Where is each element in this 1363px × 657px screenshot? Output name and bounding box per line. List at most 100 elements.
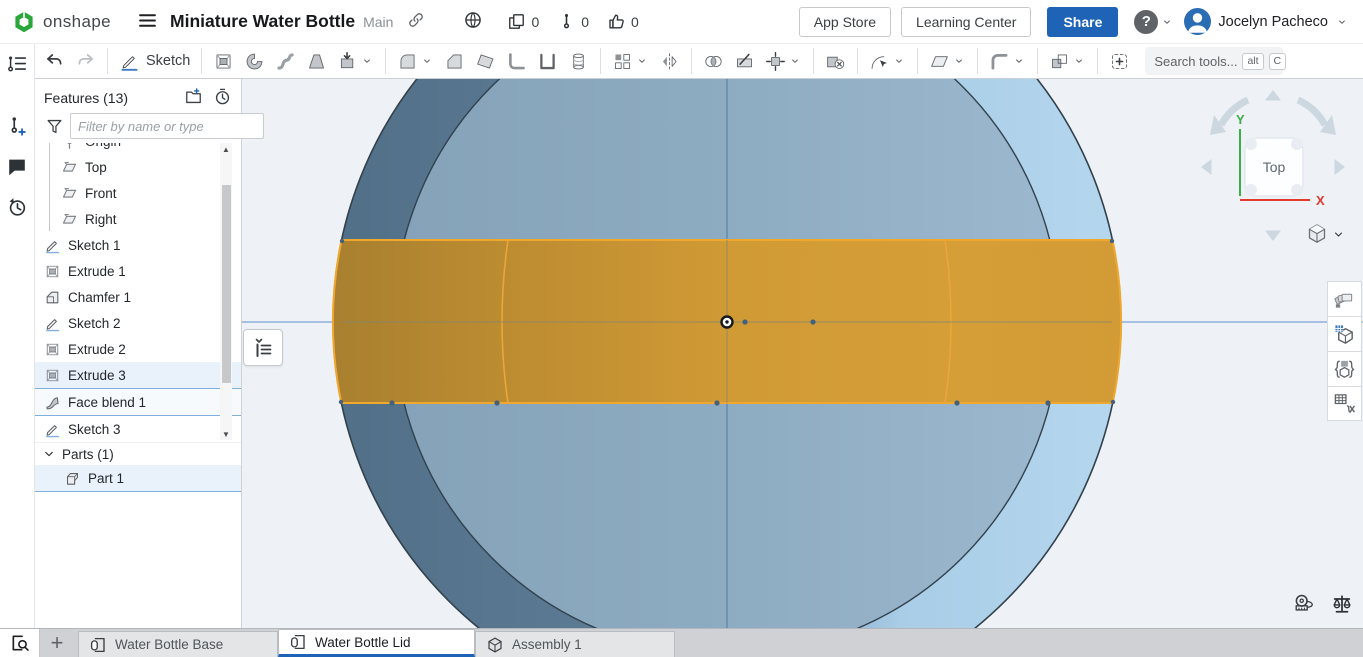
feature-item-face-blend-1[interactable]: Face blend 1 [35, 389, 241, 416]
document-link-button[interactable] [407, 11, 425, 32]
toolbar-separator [1037, 48, 1039, 74]
named-views-button[interactable] [1327, 316, 1362, 351]
versions-and-history-button[interactable] [2, 111, 32, 144]
feature-list-toggle-button[interactable] [2, 49, 32, 82]
public-document-button[interactable] [463, 10, 483, 33]
thicken-button[interactable] [332, 46, 379, 76]
search-tools-input[interactable]: Search tools... alt C [1145, 47, 1287, 75]
display-states-button[interactable] [1327, 351, 1362, 386]
transform-button[interactable] [760, 46, 807, 76]
filter-funnel-icon[interactable] [45, 117, 64, 136]
document-title[interactable]: Miniature Water Bottle [170, 11, 355, 32]
linear-pattern-button[interactable] [607, 46, 654, 76]
feature-item-front[interactable]: Front [35, 180, 241, 206]
tab-assembly-1[interactable]: Assembly 1 [475, 631, 675, 657]
filter-input[interactable] [70, 113, 264, 139]
feature-item-sketch-1[interactable]: Sketch 1 [35, 232, 241, 258]
sheet-metal-model-button[interactable] [984, 46, 1031, 76]
add-tab-button[interactable]: + [40, 629, 74, 657]
split-button[interactable] [729, 46, 760, 76]
feature-item-chamfer-1[interactable]: Chamfer 1 [35, 284, 241, 310]
feature-item-extrude-2[interactable]: Extrude 2 [35, 336, 241, 362]
features-scrollbar[interactable]: ▲ ▼ [220, 143, 232, 440]
fork-icon [557, 12, 576, 31]
scroll-up-arrow-icon[interactable]: ▲ [220, 143, 232, 155]
feature-item-extrude-1[interactable]: Extrude 1 [35, 258, 241, 284]
rollback-button[interactable] [213, 87, 232, 109]
fillet-button[interactable] [392, 46, 439, 76]
draft-button[interactable] [470, 46, 501, 76]
feature-item-right[interactable]: Right [35, 206, 241, 232]
collapsed-dialog-icon [251, 336, 275, 360]
sweep-button[interactable] [270, 46, 301, 76]
onshape-logo[interactable]: onshape [0, 10, 111, 34]
graphics-canvas[interactable]: Y X Top [242, 79, 1363, 628]
hamburger-icon [137, 10, 158, 31]
thicken-icon [337, 51, 358, 72]
feature-item-extrude-3[interactable]: Extrude 3 [35, 362, 241, 389]
toolbar-separator [691, 48, 693, 74]
action-history-button[interactable] [2, 192, 32, 225]
share-button[interactable]: Share [1047, 6, 1119, 37]
delete-part-button[interactable] [820, 46, 851, 76]
new-sketch-button[interactable]: Sketch [114, 46, 195, 76]
configurations-button[interactable] [1327, 386, 1362, 421]
composite-part-button[interactable] [1044, 46, 1091, 76]
part-item-part-1[interactable]: Part 1 [35, 465, 241, 492]
create-folder-button[interactable] [184, 87, 203, 109]
parts-section-header[interactable]: Parts (1) [35, 442, 241, 465]
plane-button[interactable] [924, 46, 971, 76]
doc-stat-fork[interactable]: 0 [557, 12, 589, 31]
extrude-button[interactable] [208, 46, 239, 76]
loft-button[interactable] [301, 46, 332, 76]
learning-center-button[interactable]: Learning Center [901, 6, 1032, 37]
appearance-panel-button[interactable] [1327, 281, 1362, 316]
redo-button[interactable] [70, 46, 101, 76]
boolean-button[interactable] [698, 46, 729, 76]
insert-derived-button[interactable] [1104, 46, 1135, 76]
origin-marker[interactable] [720, 315, 734, 329]
chevron-down-icon [420, 54, 434, 68]
tab-water-bottle-base[interactable]: Water Bottle Base [78, 631, 278, 657]
feature-item-sketch-2[interactable]: Sketch 2 [35, 310, 241, 336]
rib-button[interactable] [501, 46, 532, 76]
measure-tool-button[interactable] [1293, 593, 1315, 618]
comments-button[interactable] [2, 152, 32, 185]
sketch-item-icon [44, 237, 61, 254]
split-icon [734, 51, 755, 72]
modify-fillet-button[interactable] [864, 46, 911, 76]
manage-tabs-button[interactable] [0, 629, 40, 657]
feature-toolbar: Sketch Search tools... alt C [35, 44, 1363, 79]
view-cube-face-top[interactable]: Top [1244, 137, 1304, 197]
shell-button[interactable] [532, 46, 563, 76]
help-menu-button[interactable]: ? [1134, 9, 1174, 34]
mass-properties-button[interactable] [1331, 593, 1353, 618]
named-views-icon [1333, 323, 1356, 346]
user-menu-button[interactable]: Jocelyn Pacheco [1184, 8, 1349, 35]
scroll-down-arrow-icon[interactable]: ▼ [220, 428, 232, 440]
doc-stat-like[interactable]: 0 [607, 12, 639, 31]
feature-item-origin[interactable]: Origin [35, 143, 241, 154]
hole-button[interactable] [563, 46, 594, 76]
mirror-button[interactable] [654, 46, 685, 76]
tab-search-icon [10, 633, 30, 653]
collapsed-feature-dialog-button[interactable] [243, 329, 283, 366]
workspace-name[interactable]: Main [363, 14, 393, 30]
doc-stat-copy[interactable]: 0 [507, 12, 539, 31]
view-options-button[interactable] [1305, 222, 1345, 246]
redo-icon [75, 51, 96, 72]
revolve-button[interactable] [239, 46, 270, 76]
filter-row [35, 113, 264, 139]
feature-item-top[interactable]: Top [35, 154, 241, 180]
main-menu-button[interactable] [137, 10, 158, 34]
modify-fillet-icon [869, 51, 890, 72]
chamfer-button[interactable] [439, 46, 470, 76]
undo-button[interactable] [39, 46, 70, 76]
rollback-clock-icon [213, 87, 232, 106]
app-store-button[interactable]: App Store [798, 6, 892, 37]
roll-cw-arrow-icon[interactable] [1296, 96, 1329, 127]
tab-water-bottle-lid[interactable]: Water Bottle Lid [278, 629, 475, 657]
scrollbar-thumb[interactable] [221, 185, 231, 383]
partstudio-icon [289, 633, 307, 651]
feature-item-sketch-3[interactable]: Sketch 3 [35, 416, 241, 442]
